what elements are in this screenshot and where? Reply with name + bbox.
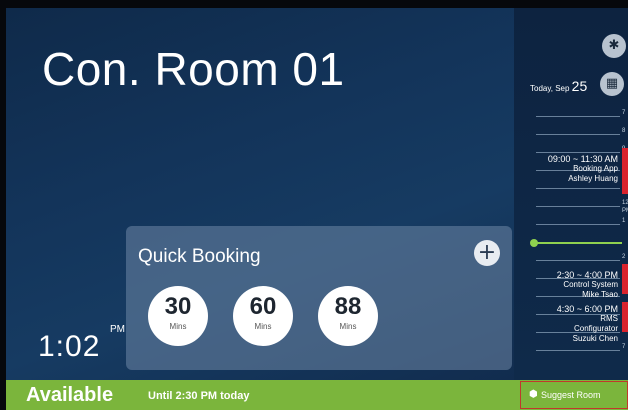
date-label: Today, Sep 25	[530, 78, 587, 94]
current-time-line	[534, 242, 622, 244]
booking-bar[interactable]	[622, 148, 628, 194]
hour-label: 8	[622, 128, 626, 134]
quick-book-30-button[interactable]: 30 Mins	[148, 286, 208, 346]
clock: 1:02 PM	[38, 324, 125, 364]
add-booking-button[interactable]: +	[474, 240, 500, 266]
quick-book-88-button[interactable]: 88 Mins	[318, 286, 378, 346]
suggest-room-button[interactable]: ⬢ Suggest Room	[520, 381, 628, 409]
quick-book-60-button[interactable]: 60 Mins	[233, 286, 293, 346]
room-icon: ⬢	[529, 389, 538, 400]
quick-book-value: 30	[164, 293, 192, 320]
availability-status-bar: Available Until 2:30 PM today ⬢ Suggest …	[6, 380, 628, 410]
hour-line	[536, 116, 620, 117]
clock-ampm: PM	[110, 324, 125, 335]
schedule-timeline[interactable]: ✱ Today, Sep 25 ▦ 7 8 9 10 11 12 PM 1 2 …	[514, 8, 628, 380]
booking-event[interactable]: 09:00 ~ 11:30 AM Booking App Ashley Huan…	[548, 154, 618, 184]
date-day: 25	[571, 78, 588, 94]
hour-line	[536, 152, 620, 153]
booking-bar[interactable]	[622, 264, 628, 294]
booking-event[interactable]: 4:30 ~ 6:00 PM RMS Configurator Suzuki C…	[557, 304, 618, 344]
event-title: RMS	[600, 314, 618, 323]
quick-book-value: 88	[334, 293, 362, 320]
event-person: Suzuki Chen	[572, 334, 618, 343]
suggest-room-label: Suggest Room	[541, 390, 601, 400]
event-title: Control System	[563, 280, 618, 289]
date-prefix: Today, Sep	[530, 84, 570, 93]
tools-icon[interactable]: ✱	[602, 34, 626, 58]
quick-booking-title: Quick Booking	[138, 246, 261, 267]
quick-booking-panel: Quick Booking + 30 Mins 60 Mins 88 Mins	[126, 226, 512, 370]
booking-bar[interactable]	[622, 302, 628, 332]
quick-book-unit: Mins	[169, 322, 187, 331]
hour-line	[536, 350, 620, 351]
hour-line	[536, 188, 620, 189]
calendar-icon[interactable]: ▦	[600, 72, 624, 96]
event-time: 4:30 ~ 6:00 PM	[556, 304, 618, 314]
hour-line	[536, 206, 620, 207]
quick-book-unit: Mins	[254, 322, 272, 331]
event-title: Booking App	[573, 164, 618, 173]
quick-book-value: 60	[249, 293, 277, 320]
event-person: Ashley Huang	[568, 174, 618, 183]
booking-event[interactable]: 2:30 ~ 4:00 PM Control System Mike Tsao	[557, 270, 618, 300]
hour-label: 1	[622, 218, 626, 224]
room-display: Con. Room 01 1:02 PM Quick Booking + 30 …	[6, 8, 628, 380]
hour-label: PM	[622, 208, 628, 214]
event-time: 09:00 ~ 11:30 AM	[547, 154, 618, 164]
status-until: Until 2:30 PM today	[148, 390, 250, 402]
event-person: Mike Tsao	[582, 290, 618, 299]
clock-time: 1:02	[38, 330, 101, 363]
hour-label: 7	[622, 110, 626, 116]
hour-line	[536, 134, 620, 135]
hour-label: 2	[622, 254, 626, 260]
room-title: Con. Room 01	[42, 43, 345, 95]
bezel-top	[0, 0, 628, 8]
event-subtitle: Configurator	[573, 324, 618, 333]
hour-line	[536, 224, 620, 225]
quick-book-unit: Mins	[339, 322, 357, 331]
hour-line	[536, 260, 620, 261]
hour-label: 12	[622, 200, 628, 206]
hour-label: 7	[622, 344, 626, 350]
status-label: Available	[26, 384, 114, 406]
event-time: 2:30 ~ 4:00 PM	[556, 270, 618, 280]
